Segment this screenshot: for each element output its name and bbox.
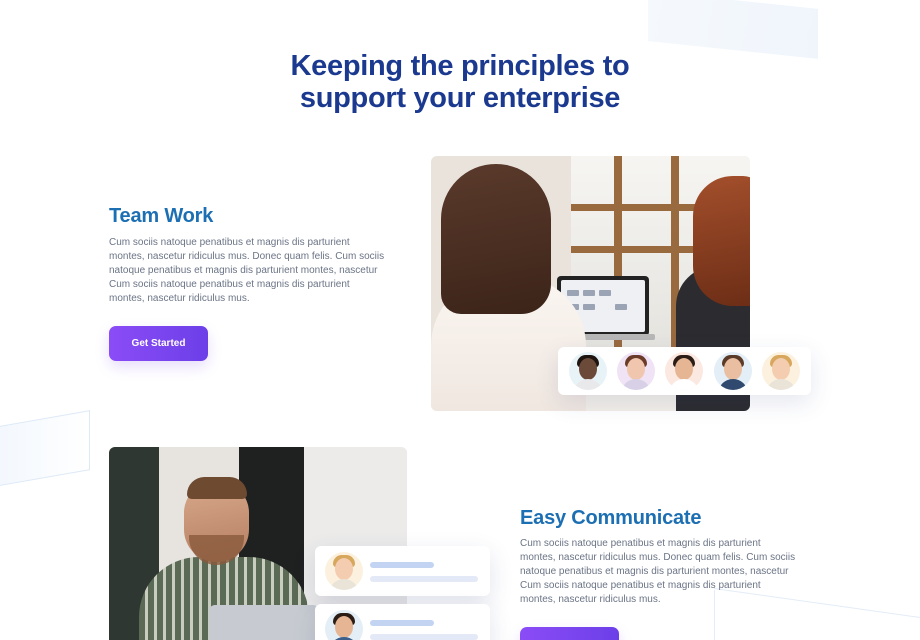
message-placeholder-line (370, 576, 478, 582)
person-avatar-icon (325, 552, 363, 590)
laptop-icon (209, 605, 319, 640)
description-line: natoque penatibus et magnis dis parturie… (520, 566, 789, 577)
description-line: Cum sociis natoque penatibus et magnis d… (109, 237, 350, 248)
message-card (315, 546, 490, 596)
person-avatar-icon (761, 352, 800, 390)
description-line: Cum sociis natoque penatibus et magnis d… (109, 279, 350, 290)
person-avatar-icon (325, 610, 363, 640)
message-placeholder-line (370, 620, 434, 626)
heading-line: support your enterprise (299, 82, 621, 114)
description-line: montes, nascetur ridiculus mus. Donec qu… (109, 251, 385, 262)
feature-cta-button[interactable] (520, 627, 619, 640)
feature-title-easy-communicate: Easy Communicate (520, 507, 702, 529)
description-line: montes, nascetur ridiculus mus. (520, 594, 661, 605)
feature-title-team-work: Team Work (109, 205, 214, 227)
get-started-button[interactable]: Get Started (109, 326, 208, 361)
section-heading: Keeping the principles to support your e… (0, 50, 920, 114)
message-placeholder-line (370, 634, 478, 640)
description-line: montes, nascetur ridiculus mus. (109, 293, 250, 304)
person-avatar-icon (665, 352, 704, 390)
person-avatar-icon (617, 352, 656, 390)
heading-line: Keeping the principles to (290, 50, 630, 82)
message-card (315, 604, 490, 640)
description-line: Cum sociis natoque penatibus et magnis d… (520, 538, 761, 549)
description-line: montes, nascetur ridiculus mus. Donec qu… (520, 552, 796, 563)
feature-description: Cum sociis natoque penatibus et magnis d… (109, 236, 409, 306)
person-avatar-icon (713, 352, 752, 390)
description-line: natoque penatibus et magnis dis parturie… (109, 265, 378, 276)
message-placeholder-line (370, 562, 434, 568)
person-avatar-icon (569, 352, 608, 390)
team-avatars (558, 347, 811, 395)
description-line: Cum sociis natoque penatibus et magnis d… (520, 580, 761, 591)
feature-description: Cum sociis natoque penatibus et magnis d… (520, 537, 820, 607)
background-shape (0, 410, 90, 486)
